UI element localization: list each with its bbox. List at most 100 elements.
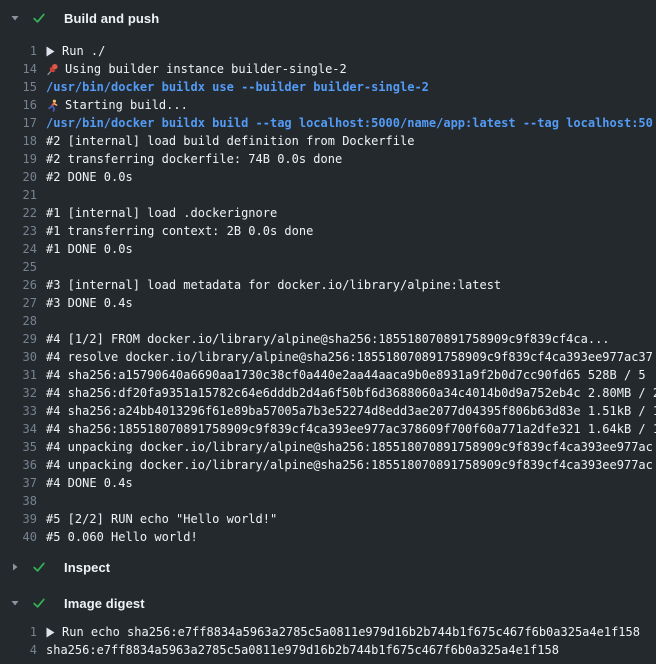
- log-text: #4 sha256:df20fa9351a15782c64e6dddb2d4a6…: [46, 384, 656, 402]
- line-number[interactable]: 25: [0, 258, 37, 276]
- log-line-text: Using builder instance builder-single-2: [46, 60, 656, 78]
- log-line: 35 #4 unpacking docker.io/library/alpine@…: [0, 438, 656, 456]
- log-line-text: #4 unpacking docker.io/library/alpine@sh…: [46, 438, 656, 456]
- log-line-text: #4 [1/2] FROM docker.io/library/alpine@s…: [46, 330, 656, 348]
- log-line-text: #5 0.060 Hello world!: [46, 528, 656, 546]
- line-number[interactable]: 4: [0, 641, 37, 659]
- log-line-text: #1 DONE 0.0s: [46, 240, 656, 258]
- line-number[interactable]: 33: [0, 402, 37, 420]
- log-line: 1 Run echo sha256:e7ff8834a5963a2785c5a08…: [0, 623, 656, 641]
- log-line: 32 #4 sha256:df20fa9351a15782c64e6dddb2d4…: [0, 384, 656, 402]
- line-number[interactable]: 35: [0, 438, 37, 456]
- log-line-text: sha256:e7ff8834a5963a2785c5a0811e979d16b…: [46, 641, 656, 659]
- line-number[interactable]: 17: [0, 114, 37, 132]
- line-number[interactable]: 38: [0, 492, 37, 510]
- line-number[interactable]: 36: [0, 456, 37, 474]
- log-line-text: #4 sha256:df20fa9351a15782c64e6dddb2d4a6…: [46, 384, 656, 402]
- log-line-text: #4 unpacking docker.io/library/alpine@sh…: [46, 456, 656, 474]
- line-number[interactable]: 1: [0, 623, 37, 641]
- log-text: #2 [internal] load build definition from…: [46, 132, 414, 150]
- log-text: #5 0.060 Hello world!: [46, 528, 198, 546]
- log-line-text: #1 [internal] load .dockerignore: [46, 204, 656, 222]
- log-text: #2 transferring dockerfile: 74B 0.0s don…: [46, 150, 342, 168]
- line-number[interactable]: 18: [0, 132, 37, 150]
- chevron-down-icon[interactable]: [8, 598, 22, 608]
- line-number[interactable]: 23: [0, 222, 37, 240]
- log-line-text: #4 sha256:a15790640a6690aa1730c38cf0a440…: [46, 366, 656, 384]
- line-number[interactable]: 16: [0, 96, 37, 114]
- log-line: 40 #5 0.060 Hello world!: [0, 528, 656, 546]
- log-line-text: [46, 312, 656, 330]
- log-line: 37 #4 DONE 0.4s: [0, 474, 656, 492]
- log-text: #1 DONE 0.0s: [46, 240, 133, 258]
- section-header-inspect[interactable]: Inspect: [0, 555, 656, 579]
- log-line: 38: [0, 492, 656, 510]
- log-text: #4 sha256:a15790640a6690aa1730c38cf0a440…: [46, 366, 646, 384]
- line-number[interactable]: 1: [0, 42, 37, 60]
- log-text: #3 DONE 0.4s: [46, 294, 133, 312]
- line-number[interactable]: 26: [0, 276, 37, 294]
- log-text: #4 resolve docker.io/library/alpine@sha2…: [46, 348, 653, 366]
- line-number[interactable]: 20: [0, 168, 37, 186]
- section-header-build-and-push[interactable]: Build and push: [0, 6, 656, 30]
- line-number[interactable]: 37: [0, 474, 37, 492]
- log-line: 17/usr/bin/docker buildx build --tag loc…: [0, 114, 656, 132]
- log-line: 18 #2 [internal] load build definition fr…: [0, 132, 656, 150]
- log-line-text: Starting build...: [46, 96, 656, 114]
- log-line: 23#1 transferring context: 2B 0.0s done: [0, 222, 656, 240]
- log-text: #4 DONE 0.4s: [46, 474, 133, 492]
- workflow-log: Build and push1Run ./14Using builder ins…: [0, 6, 656, 659]
- log-line-text: #2 transferring dockerfile: 74B 0.0s don…: [46, 150, 656, 168]
- line-number[interactable]: 21: [0, 186, 37, 204]
- line-number[interactable]: 15: [0, 78, 37, 96]
- line-number[interactable]: 30: [0, 348, 37, 366]
- section-inspect: Inspect: [0, 555, 656, 579]
- log-line: 29 #4 [1/2] FROM docker.io/library/alpine…: [0, 330, 656, 348]
- line-number[interactable]: 27: [0, 294, 37, 312]
- chevron-right-icon[interactable]: [8, 562, 22, 572]
- log-text: sha256:e7ff8834a5963a2785c5a0811e979d16b…: [46, 641, 559, 659]
- log-line: 16 Starting build...: [0, 96, 656, 114]
- section-build-and-push: Build and push 1 Run ./ 14 Using builder ins…: [0, 6, 656, 546]
- log-text: #4 [1/2] FROM docker.io/library/alpine@s…: [46, 330, 610, 348]
- line-number[interactable]: 19: [0, 150, 37, 168]
- line-number[interactable]: 29: [0, 330, 37, 348]
- play-icon[interactable]: [46, 627, 62, 638]
- log-line-text: Run ./: [46, 42, 656, 60]
- log-text: #2 DONE 0.0s: [46, 168, 133, 186]
- log-line-text: Run echo sha256:e7ff8834a5963a2785c5a081…: [46, 623, 656, 641]
- check-icon: [30, 595, 48, 611]
- line-number[interactable]: 32: [0, 384, 37, 402]
- line-number[interactable]: 14: [0, 60, 37, 78]
- log-line: 20 #2 DONE 0.0s: [0, 168, 656, 186]
- log-line: 19 #2 transferring dockerfile: 74B 0.0s d…: [0, 150, 656, 168]
- line-number[interactable]: 28: [0, 312, 37, 330]
- pushpin-icon: [46, 63, 65, 76]
- log-line: 36 #4 unpacking docker.io/library/alpine@…: [0, 456, 656, 474]
- section-header-image-digest[interactable]: Image digest: [0, 591, 656, 615]
- log-line: 26#3 [internal] load metadata for docker…: [0, 276, 656, 294]
- line-number[interactable]: 31: [0, 366, 37, 384]
- log-line: 30 #4 resolve docker.io/library/alpine@sh…: [0, 348, 656, 366]
- log-line: 33#4 sha256:a24bb4013296f61e89ba57005a7b…: [0, 402, 656, 420]
- log-line: 22 #1 [internal] load .dockerignore: [0, 204, 656, 222]
- section-image-digest: Image digest 1 Run echo sha256:e7ff8834a59…: [0, 591, 656, 659]
- line-number[interactable]: 22: [0, 204, 37, 222]
- log-text: #4 unpacking docker.io/library/alpine@sh…: [46, 438, 653, 456]
- log-line-text: /usr/bin/docker buildx use --builder bui…: [46, 78, 656, 96]
- log-text: #4 unpacking docker.io/library/alpine@sh…: [46, 456, 653, 474]
- line-number[interactable]: 34: [0, 420, 37, 438]
- check-icon: [30, 559, 48, 575]
- line-number[interactable]: 24: [0, 240, 37, 258]
- log-line-text: #2 [internal] load build definition from…: [46, 132, 656, 150]
- log-text: Run ./: [62, 42, 105, 60]
- log-line-text: #4 resolve docker.io/library/alpine@sha2…: [46, 348, 656, 366]
- line-number[interactable]: 39: [0, 510, 37, 528]
- line-number[interactable]: 40: [0, 528, 37, 546]
- log-line: 1 Run ./: [0, 42, 656, 60]
- log-line-text: [46, 186, 656, 204]
- log-line: 31 #4 sha256:a15790640a6690aa1730c38cf0a4…: [0, 366, 656, 384]
- chevron-down-icon[interactable]: [8, 13, 22, 23]
- play-icon[interactable]: [46, 46, 62, 57]
- log-text: Starting build...: [65, 96, 188, 114]
